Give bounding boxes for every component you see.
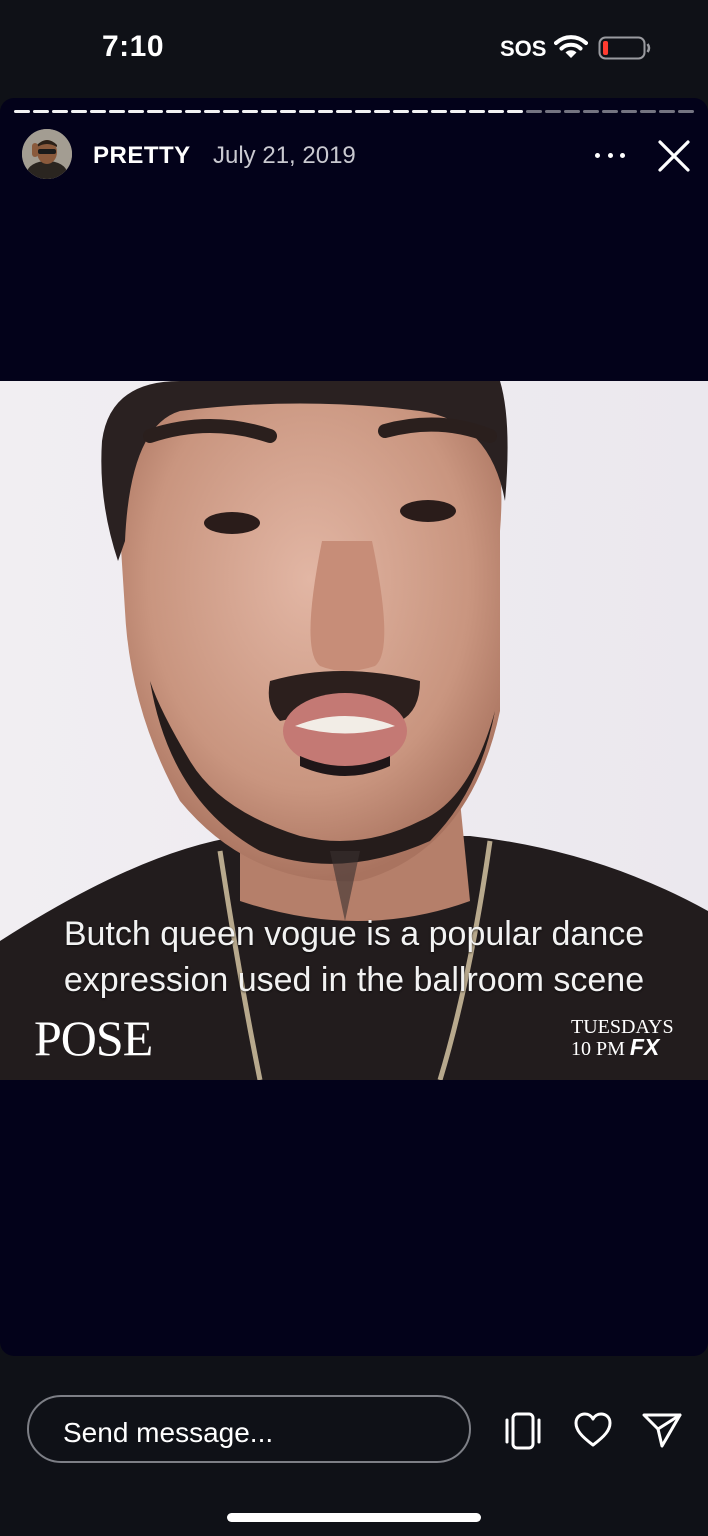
home-indicator[interactable]: [227, 1513, 481, 1522]
progress-segment: [545, 110, 562, 113]
more-horizontal-icon[interactable]: [595, 150, 625, 160]
progress-segment: [70, 110, 87, 113]
progress-segment: [298, 110, 315, 113]
progress-segment: [658, 110, 675, 113]
progress-segment: [639, 110, 656, 113]
progress-segment: [203, 110, 220, 113]
fx-logo: FX: [629, 1034, 660, 1060]
caption-line-1: Butch queen vogue is a popular dance: [63, 915, 645, 953]
video-caption: Butch queen vogue is a popular dance exp…: [0, 911, 708, 1003]
progress-segment: [108, 110, 125, 113]
close-icon[interactable]: [656, 138, 692, 174]
progress-segment: [279, 110, 296, 113]
story-viewer[interactable]: PRETTY July 21, 2019 Butch queen vogue i…: [0, 98, 708, 1356]
progress-segment: [260, 110, 277, 113]
send-message-input[interactable]: Send message...: [27, 1395, 471, 1463]
progress-segment: [412, 110, 429, 113]
progress-segment: [583, 110, 600, 113]
progress-segment: [146, 110, 163, 113]
story-username[interactable]: PRETTY: [93, 142, 191, 170]
story-reply-bar: Send message...: [0, 1372, 708, 1492]
progress-segment: [393, 110, 410, 113]
progress-segment: [488, 110, 505, 113]
progress-segment: [374, 110, 391, 113]
progress-segment: [336, 110, 353, 113]
message-placeholder: Send message...: [63, 1417, 274, 1448]
progress-segment: [165, 110, 182, 113]
vibrate-phone-icon[interactable]: [502, 1412, 544, 1450]
story-date: July 21, 2019: [213, 142, 356, 169]
progress-segment: [450, 110, 467, 113]
progress-segment: [355, 110, 372, 113]
progress-segment: [469, 110, 486, 113]
progress-segment: [317, 110, 334, 113]
battery-icon: [598, 36, 651, 60]
schedule-time: 10 PM: [571, 1038, 625, 1060]
progress-segment: [621, 110, 637, 113]
progress-segment: [526, 110, 543, 113]
progress-segment: [564, 110, 581, 113]
progress-segment: [51, 110, 68, 113]
sos-indicator: SOS: [500, 36, 547, 61]
story-video[interactable]: Butch queen vogue is a popular dance exp…: [0, 381, 708, 1080]
progress-segment: [602, 110, 618, 113]
progress-segment: [89, 110, 106, 113]
progress-segment: [32, 110, 49, 113]
progress-segment: [184, 110, 201, 113]
pose-logo: POSE: [34, 1010, 153, 1066]
send-icon[interactable]: [642, 1412, 682, 1448]
story-progress-bar: [14, 110, 694, 114]
status-time: 7:10: [102, 30, 165, 63]
avatar[interactable]: [22, 129, 72, 179]
caption-line-2: expression used in the ballroom scene: [63, 961, 645, 999]
progress-segment: [431, 110, 448, 113]
progress-segment: [241, 110, 258, 113]
broadcast-schedule: TUESDAYS 10 PM FX: [571, 1017, 674, 1059]
progress-segment: [127, 110, 144, 113]
progress-segment: [222, 110, 239, 113]
wifi-icon: [554, 35, 588, 58]
heart-icon[interactable]: [574, 1412, 612, 1448]
progress-segment: [507, 110, 524, 113]
story-header: PRETTY July 21, 2019: [0, 126, 708, 186]
status-bar: 7:10 SOS: [0, 0, 708, 96]
progress-segment: [677, 110, 694, 113]
progress-segment: [14, 110, 30, 113]
